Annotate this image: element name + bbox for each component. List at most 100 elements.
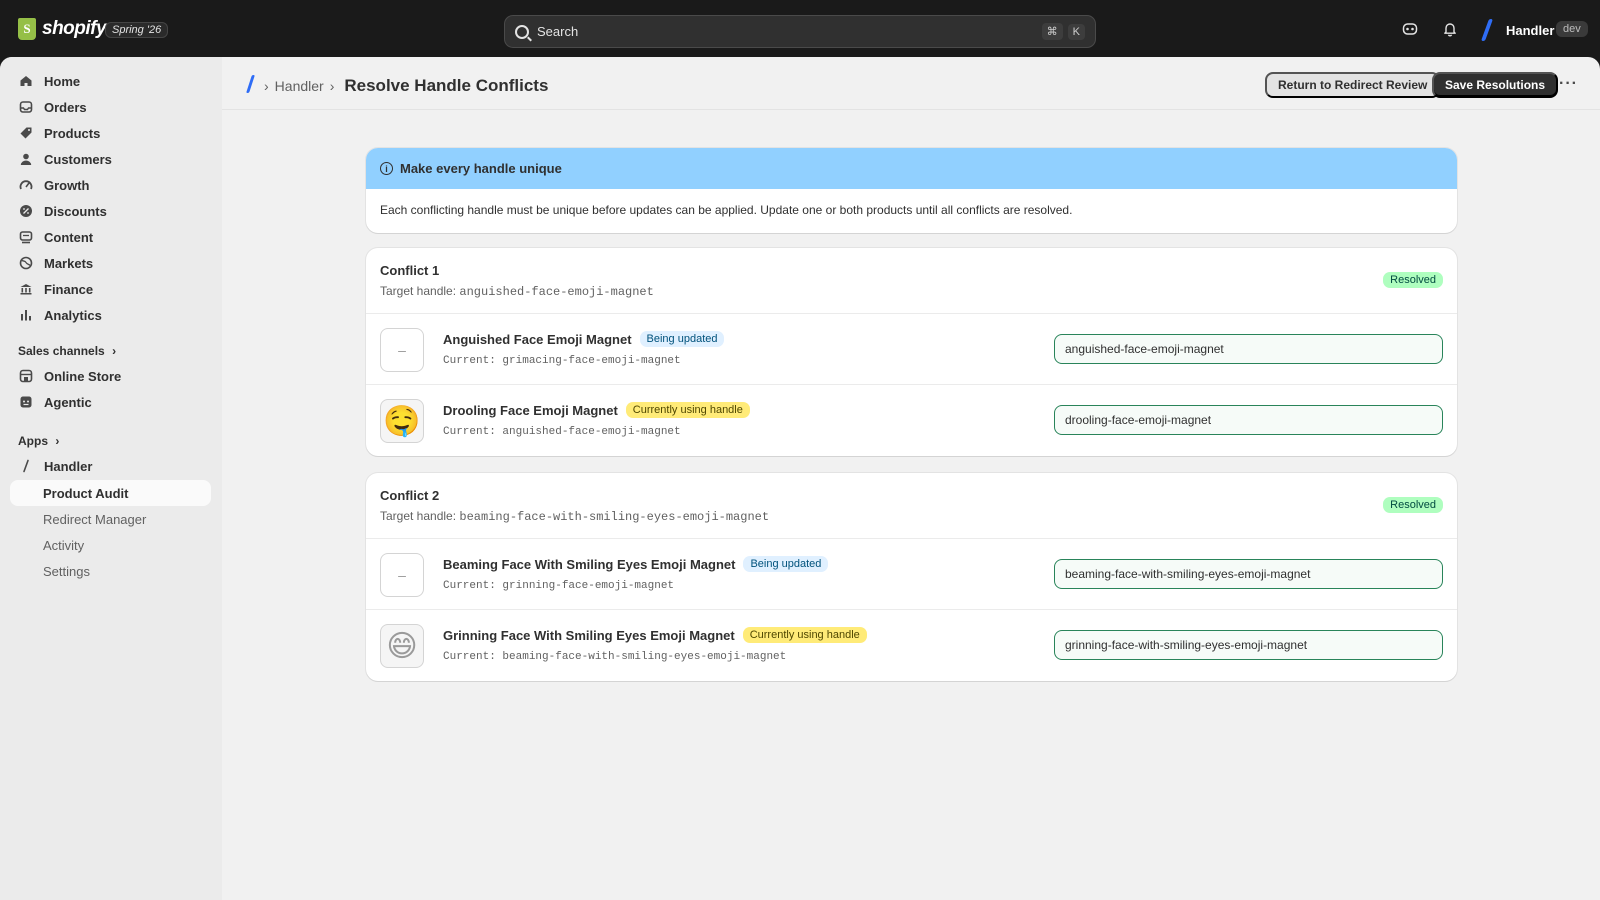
sidebar-item-finance[interactable]: Finance [10, 276, 211, 302]
product-row: 🤤 Drooling Face Emoji Magnet Currently u… [366, 385, 1457, 456]
shortcut-key-cmd: ⌘ [1041, 23, 1063, 40]
sidebar-subitem-label: Settings [43, 563, 90, 579]
currently-using-handle-badge: Currently using handle [742, 627, 867, 643]
being-updated-badge: Being updated [743, 556, 829, 572]
sidebar-item-orders[interactable]: Orders [10, 94, 211, 120]
conflict-header: Conflict 1 Target handle: anguished-face… [366, 248, 1457, 314]
sidebar-item-content[interactable]: Content [10, 224, 211, 250]
product-row: 😄 Grinning Face With Smiling Eyes Emoji … [366, 610, 1457, 681]
sidebar-item-label: Discounts [44, 203, 107, 219]
return-to-redirect-review-button[interactable]: Return to Redirect Review [1265, 72, 1441, 98]
sidebar-item-label: Online Store [44, 368, 122, 384]
sidebar-subitem-activity[interactable]: Activity [10, 532, 211, 558]
target-handle-label: Target handle: [380, 284, 457, 298]
store-icon [18, 368, 34, 384]
sidebar-item-online-store[interactable]: Online Store [10, 363, 211, 389]
current-handle: Current: grimacing-face-emoji-magnet [443, 355, 681, 367]
sidebar-item-label: Finance [44, 281, 94, 297]
page-title: Resolve Handle Conflicts [344, 76, 549, 95]
sidebar-item-label: Analytics [44, 307, 102, 323]
currently-using-handle-badge: Currently using handle [625, 402, 750, 418]
sidebar-item-home[interactable]: Home [10, 68, 211, 94]
notification-bell-icon[interactable] [1441, 20, 1459, 38]
target-handle: Target handle: anguished-face-emoji-magn… [380, 284, 654, 299]
sidebar-item-label: Handler [44, 458, 93, 474]
person-icon [18, 151, 34, 167]
product-title[interactable]: Drooling Face Emoji Magnet [443, 403, 618, 418]
chevron-right-icon: › [329, 78, 335, 94]
product-thumbnail-placeholder: – [380, 553, 424, 597]
sales-channels-header[interactable]: Sales channels › [18, 344, 116, 358]
store-name[interactable]: Handler [1506, 23, 1554, 38]
breadcrumb: › Handler › Resolve Handle Conflicts [264, 76, 548, 96]
sidebar-subitem-settings[interactable]: Settings [10, 558, 211, 584]
sidebar-item-products[interactable]: Products [10, 120, 211, 146]
banner-body: Each conflicting handle must be unique b… [380, 203, 1073, 217]
sidebar-item-agentic[interactable]: Agentic [10, 389, 211, 415]
product-name: Drooling Face Emoji Magnet Currently usi… [443, 402, 750, 418]
edition-badge[interactable]: Spring '26 [105, 22, 169, 38]
sidebar-item-customers[interactable]: Customers [10, 146, 211, 172]
sidebar-item-analytics[interactable]: Analytics [10, 302, 211, 328]
sidebar-item-markets[interactable]: Markets [10, 250, 211, 276]
main-content: › Handler › Resolve Handle Conflicts Ret… [222, 57, 1600, 900]
content-icon [18, 229, 34, 245]
product-row: – Anguished Face Emoji Magnet Being upda… [366, 314, 1457, 385]
sidebar-item-label: Orders [44, 99, 87, 115]
sidebar-subitem-redirect-manager[interactable]: Redirect Manager [10, 506, 211, 532]
banner-title: Make every handle unique [400, 161, 562, 176]
conflict-card: Conflict 2 Target handle: beaming-face-w… [366, 473, 1457, 681]
product-thumbnail-placeholder: – [380, 328, 424, 372]
conflict-card: Conflict 1 Target handle: anguished-face… [366, 248, 1457, 456]
sidebar-item-growth[interactable]: Growth [10, 172, 211, 198]
agent-icon [18, 394, 34, 410]
handle-input[interactable] [1054, 405, 1443, 435]
more-actions-icon[interactable]: ··· [1559, 75, 1578, 93]
product-title[interactable]: Grinning Face With Smiling Eyes Emoji Ma… [443, 628, 735, 643]
brand-name: shopify [42, 18, 107, 39]
sidebar-subitem-product-audit[interactable]: Product Audit [10, 480, 211, 506]
handler-logo-icon [1480, 19, 1494, 41]
sidebar-item-handler-app[interactable]: Handler [10, 453, 211, 479]
sidebar-item-label: Content [44, 229, 94, 245]
current-handle: Current: grinning-face-emoji-magnet [443, 580, 675, 592]
globe-icon [18, 255, 34, 271]
product-row: – Beaming Face With Smiling Eyes Emoji M… [366, 539, 1457, 610]
handle-input[interactable] [1054, 334, 1443, 364]
sidebar-subitem-label: Activity [43, 537, 85, 553]
search-placeholder: Search [537, 24, 579, 39]
search-bar[interactable]: Search ⌘ K [504, 15, 1096, 48]
product-title[interactable]: Anguished Face Emoji Magnet [443, 332, 632, 347]
target-handle-label: Target handle: [380, 509, 457, 523]
sidebar-item-label: Growth [44, 177, 90, 193]
breadcrumb-link-handler[interactable]: Handler [275, 78, 324, 94]
gauge-icon [18, 177, 34, 193]
sidebar-item-discounts[interactable]: Discounts [10, 198, 211, 224]
home-icon [18, 73, 34, 89]
save-resolutions-button[interactable]: Save Resolutions [1432, 72, 1559, 98]
current-handle: Current: beaming-face-with-smiling-eyes-… [443, 651, 787, 663]
sidebar: Home Orders Products Customers Growth Di… [0, 57, 222, 900]
handle-input[interactable] [1054, 630, 1443, 660]
banner-header: i Make every handle unique [366, 148, 1457, 189]
page-header: › Handler › Resolve Handle Conflicts Ret… [222, 57, 1600, 110]
chevron-right-icon: › [264, 78, 269, 94]
conflict-title: Conflict 2 [380, 488, 440, 503]
product-thumbnail-drooling-face: 🤤 [380, 399, 424, 443]
product-thumbnail-grinning-face: 😄 [380, 624, 424, 668]
sidekick-icon[interactable] [1401, 20, 1419, 38]
handler-app-icon[interactable] [246, 75, 255, 93]
apps-header[interactable]: Apps › [18, 434, 59, 448]
status-badge: Resolved [1383, 272, 1443, 288]
sidebar-item-label: Products [44, 125, 101, 141]
product-title[interactable]: Beaming Face With Smiling Eyes Emoji Mag… [443, 557, 735, 572]
sidebar-subitem-label: Product Audit [43, 485, 129, 501]
handler-app-icon [18, 458, 34, 474]
bank-icon [18, 281, 34, 297]
chevron-right-icon: › [55, 434, 60, 448]
sidebar-item-label: Home [44, 73, 81, 89]
target-handle: Target handle: beaming-face-with-smiling… [380, 509, 769, 524]
handle-input[interactable] [1054, 559, 1443, 589]
shopify-logo[interactable]: S shopify [18, 18, 107, 40]
product-name: Anguished Face Emoji Magnet Being update… [443, 331, 725, 347]
